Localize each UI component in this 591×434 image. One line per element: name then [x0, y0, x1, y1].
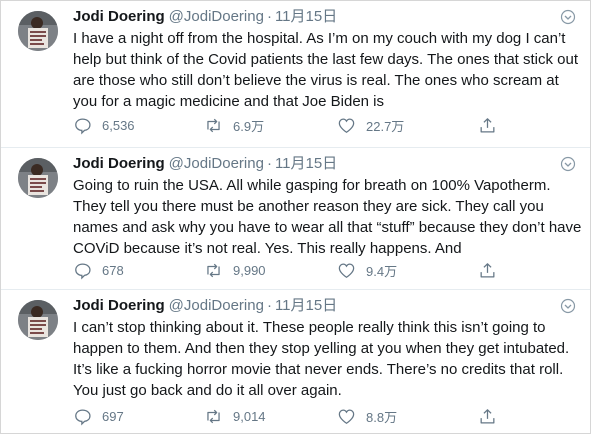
- share-button[interactable]: [478, 260, 497, 280]
- share-button[interactable]: [478, 406, 497, 426]
- tweet-date[interactable]: 11月15日: [275, 155, 337, 172]
- share-icon: [480, 117, 495, 132]
- tweet-thread: Jodi Doering @JodiDoering · 11月15日 I have a…: [0, 0, 591, 434]
- like-button[interactable]: 22.7万: [337, 115, 404, 135]
- tweet-actions: 678 9,990 9.4万: [73, 260, 533, 280]
- avatar[interactable]: [18, 300, 58, 340]
- reply-button[interactable]: 678: [73, 260, 124, 280]
- avatar[interactable]: [18, 11, 58, 51]
- reply-icon: [75, 263, 91, 280]
- author-name[interactable]: Jodi Doering: [73, 297, 165, 314]
- separator-dot: ·: [266, 155, 272, 172]
- author-handle[interactable]: @JodiDoering: [169, 297, 264, 314]
- author-name[interactable]: Jodi Doering: [73, 155, 165, 172]
- tweet-2[interactable]: Jodi Doering @JodiDoering · 11月15日 Going to…: [1, 148, 590, 290]
- tweet-date[interactable]: 11月15日: [275, 8, 337, 25]
- retweet-icon: [207, 118, 220, 132]
- author-handle[interactable]: @JodiDoering: [169, 155, 264, 172]
- retweet-icon: [207, 263, 220, 277]
- tweet-actions: 6,536 6.9万 22.7万: [73, 115, 533, 135]
- reply-count: 697: [102, 408, 124, 424]
- tweet-1[interactable]: Jodi Doering @JodiDoering · 11月15日 I have a…: [1, 1, 590, 148]
- tweet-text: Going to ruin the USA. All while gasping…: [73, 177, 582, 257]
- retweet-count: 9,014: [233, 408, 266, 424]
- tweet-text: I can’t stop thinking about it. These pe…: [73, 319, 570, 399]
- tweet-header: Jodi Doering @JodiDoering · 11月15日: [73, 7, 337, 27]
- retweet-button[interactable]: 9,014: [204, 406, 266, 426]
- like-count: 9.4万: [366, 263, 398, 279]
- tweet-header: Jodi Doering @JodiDoering · 11月15日: [73, 154, 337, 174]
- chevron-down-icon[interactable]: [560, 9, 576, 25]
- reply-count: 678: [102, 262, 124, 278]
- heart-icon: [338, 263, 355, 278]
- tweet-date[interactable]: 11月15日: [275, 297, 337, 314]
- separator-dot: ·: [266, 8, 272, 25]
- like-count: 22.7万: [366, 118, 405, 134]
- reply-button[interactable]: 697: [73, 406, 124, 426]
- reply-icon: [75, 118, 91, 135]
- share-button[interactable]: [478, 115, 497, 135]
- tweet-header: Jodi Doering @JodiDoering · 11月15日: [73, 296, 337, 316]
- reply-icon: [75, 409, 91, 426]
- chevron-down-icon[interactable]: [560, 298, 576, 314]
- author-handle[interactable]: @JodiDoering: [169, 8, 264, 25]
- avatar[interactable]: [18, 158, 58, 198]
- share-icon: [480, 262, 495, 277]
- tweet-actions: 697 9,014 8.8万: [73, 406, 533, 426]
- tweet-3[interactable]: Jodi Doering @JodiDoering · 11月15日 I can’t …: [1, 290, 590, 433]
- retweet-button[interactable]: 6.9万: [204, 115, 264, 135]
- like-count: 8.8万: [366, 409, 398, 425]
- heart-icon: [338, 118, 355, 133]
- like-button[interactable]: 9.4万: [337, 260, 397, 280]
- share-icon: [480, 408, 495, 423]
- like-button[interactable]: 8.8万: [337, 406, 397, 426]
- reply-count: 6,536: [102, 117, 135, 133]
- retweet-count: 6.9万: [233, 118, 265, 134]
- reply-button[interactable]: 6,536: [73, 115, 135, 135]
- retweet-count: 9,990: [233, 262, 266, 278]
- heart-icon: [338, 409, 355, 424]
- separator-dot: ·: [266, 297, 272, 314]
- retweet-icon: [207, 409, 220, 423]
- chevron-down-icon[interactable]: [560, 156, 576, 172]
- retweet-button[interactable]: 9,990: [204, 260, 266, 280]
- tweet-text: I have a night off from the hospital. As…: [73, 30, 579, 110]
- author-name[interactable]: Jodi Doering: [73, 8, 165, 25]
